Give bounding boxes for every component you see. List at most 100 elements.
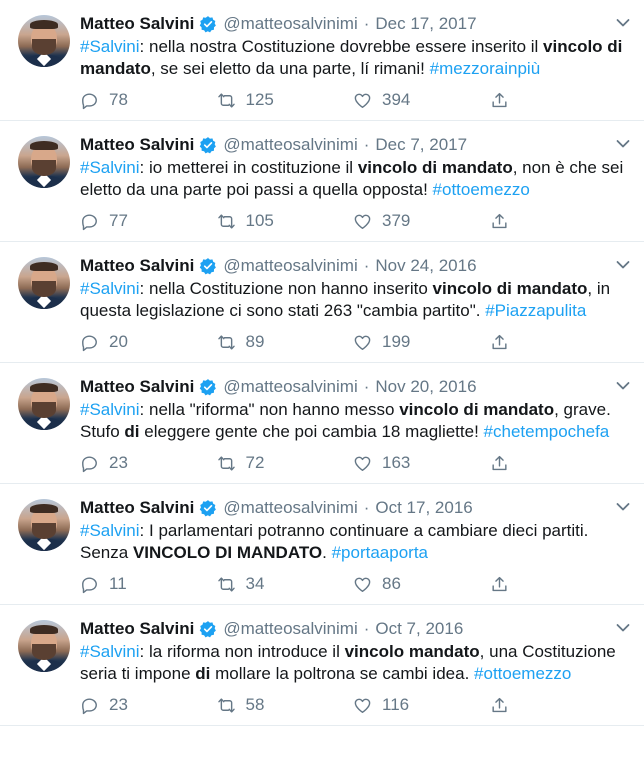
author-name[interactable]: Matteo Salvini <box>80 134 194 156</box>
tweet[interactable]: Matteo Salvini @matteosalvinimi · Oct 17… <box>0 484 644 605</box>
tweet-date[interactable]: Dec 7, 2017 <box>375 134 467 156</box>
reply-count: 77 <box>109 211 128 230</box>
like-button[interactable]: 86 <box>353 574 490 594</box>
retweet-count: 34 <box>245 574 265 593</box>
avatar[interactable] <box>18 499 70 551</box>
tweet-date[interactable]: Nov 20, 2016 <box>375 376 476 398</box>
share-button[interactable] <box>490 91 627 110</box>
reply-button[interactable]: 11 <box>80 574 217 594</box>
heart-icon <box>354 698 371 713</box>
share-icon <box>491 576 507 591</box>
tweet[interactable]: Matteo Salvini @matteosalvinimi · Dec 7,… <box>0 121 644 242</box>
author-handle[interactable]: @matteosalvinimi <box>223 134 357 156</box>
retweet-button[interactable]: 125 <box>217 90 354 110</box>
like-count: 199 <box>382 332 411 351</box>
tweet-text: #Salvini: la riforma non introduce il vi… <box>80 641 632 685</box>
tweet-date[interactable]: Oct 7, 2016 <box>375 618 463 640</box>
avatar[interactable] <box>18 136 70 188</box>
verified-badge-icon <box>200 16 217 33</box>
reply-icon <box>82 576 97 593</box>
author-name[interactable]: Matteo Salvini <box>80 376 194 398</box>
tweet-date[interactable]: Nov 24, 2016 <box>375 255 476 277</box>
heart-icon <box>354 335 371 350</box>
author-handle[interactable]: @matteosalvinimi <box>223 13 357 35</box>
bold-text: di <box>195 664 211 683</box>
reply-button[interactable]: 77 <box>80 211 217 231</box>
bold-text: di <box>124 422 140 441</box>
chevron-down-icon[interactable] <box>616 623 630 633</box>
retweet-button[interactable]: 89 <box>217 332 354 352</box>
chevron-down-icon[interactable] <box>616 381 630 391</box>
author-name[interactable]: Matteo Salvini <box>80 13 194 35</box>
chevron-down-icon[interactable] <box>616 139 630 149</box>
hashtag-link[interactable]: #Piazzapulita <box>485 301 586 320</box>
reply-button[interactable]: 23 <box>80 695 217 715</box>
like-button[interactable]: 163 <box>353 453 490 473</box>
share-button[interactable] <box>490 696 627 715</box>
like-count: 116 <box>382 695 410 714</box>
tweet[interactable]: Matteo Salvini @matteosalvinimi · Dec 17… <box>0 0 644 121</box>
tweet[interactable]: Matteo Salvini @matteosalvinimi · Oct 7,… <box>0 605 644 726</box>
tweet-header: Matteo Salvini @matteosalvinimi · Oct 17… <box>80 497 626 519</box>
reply-button[interactable]: 78 <box>80 90 217 110</box>
reply-button[interactable]: 20 <box>80 332 217 352</box>
hashtag-link[interactable]: #Salvini <box>80 37 140 56</box>
share-button[interactable] <box>490 212 627 231</box>
tweet-header: Matteo Salvini @matteosalvinimi · Nov 24… <box>80 255 626 277</box>
hashtag-link[interactable]: #ottoemezzo <box>474 664 571 683</box>
share-button[interactable] <box>490 454 627 473</box>
tweet-timeline: Matteo Salvini @matteosalvinimi · Dec 17… <box>0 0 644 726</box>
avatar[interactable] <box>18 620 70 672</box>
hashtag-link[interactable]: #ottoemezzo <box>433 180 530 199</box>
chevron-down-icon[interactable] <box>616 502 630 512</box>
tweet-date[interactable]: Dec 17, 2017 <box>375 13 476 35</box>
like-button[interactable]: 199 <box>353 332 490 352</box>
retweet-button[interactable]: 58 <box>217 695 354 715</box>
chevron-down-icon[interactable] <box>616 260 630 270</box>
retweet-icon <box>217 334 235 350</box>
retweet-button[interactable]: 72 <box>217 453 354 473</box>
author-handle[interactable]: @matteosalvinimi <box>223 255 357 277</box>
like-button[interactable]: 379 <box>353 211 490 231</box>
share-icon <box>491 92 507 107</box>
text-segment: , se sei eletto da una parte, lí rimani! <box>150 59 430 78</box>
hashtag-link[interactable]: #Salvini <box>80 642 140 661</box>
hashtag-link[interactable]: #Salvini <box>80 521 140 540</box>
hashtag-link[interactable]: #Salvini <box>80 279 140 298</box>
like-button[interactable]: 116 <box>353 695 490 715</box>
author-name[interactable]: Matteo Salvini <box>80 255 194 277</box>
tweet-date[interactable]: Oct 17, 2016 <box>375 497 472 519</box>
like-button[interactable]: 394 <box>353 90 490 110</box>
chevron-down-icon[interactable] <box>616 18 630 28</box>
like-count: 394 <box>382 90 411 109</box>
share-icon <box>491 455 507 470</box>
hashtag-link[interactable]: #Salvini <box>80 158 140 177</box>
tweet-header: Matteo Salvini @matteosalvinimi · Nov 20… <box>80 376 626 398</box>
separator-dot: · <box>363 498 370 517</box>
tweet-actions: 77 105 379 <box>80 209 626 233</box>
retweet-count: 105 <box>245 211 274 230</box>
author-handle[interactable]: @matteosalvinimi <box>223 618 357 640</box>
verified-badge-icon <box>200 500 217 517</box>
tweet[interactable]: Matteo Salvini @matteosalvinimi · Nov 24… <box>0 242 644 363</box>
share-button[interactable] <box>490 333 627 352</box>
author-name[interactable]: Matteo Salvini <box>80 618 194 640</box>
hashtag-link[interactable]: #Salvini <box>80 400 140 419</box>
avatar[interactable] <box>18 257 70 309</box>
avatar[interactable] <box>18 15 70 67</box>
tweet[interactable]: Matteo Salvini @matteosalvinimi · Nov 20… <box>0 363 644 484</box>
avatar[interactable] <box>18 378 70 430</box>
author-handle[interactable]: @matteosalvinimi <box>223 497 357 519</box>
hashtag-link[interactable]: #portaaporta <box>332 543 428 562</box>
share-button[interactable] <box>490 575 627 594</box>
retweet-count: 89 <box>245 332 265 351</box>
retweet-button[interactable]: 34 <box>217 574 354 594</box>
author-name[interactable]: Matteo Salvini <box>80 497 194 519</box>
author-handle[interactable]: @matteosalvinimi <box>223 376 357 398</box>
hashtag-link[interactable]: #chetempochefa <box>484 422 610 441</box>
hashtag-link[interactable]: #mezzorainpiù <box>430 59 541 78</box>
reply-count: 20 <box>109 332 128 351</box>
reply-icon <box>82 213 97 230</box>
reply-button[interactable]: 23 <box>80 453 217 473</box>
retweet-button[interactable]: 105 <box>217 211 354 231</box>
